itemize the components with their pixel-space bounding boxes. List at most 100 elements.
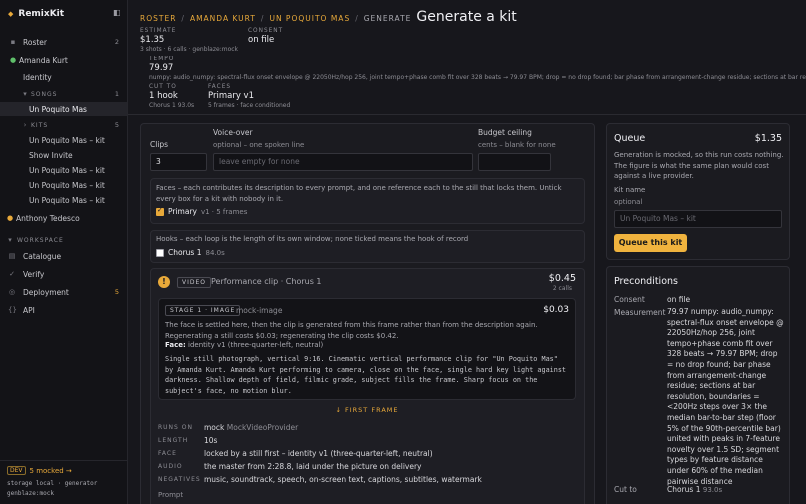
precondition-key: Consent — [614, 295, 645, 304]
sidebar-item-anthony-tedesco[interactable]: ● Anthony Tedesco — [0, 211, 127, 225]
check-icon: ✓ — [9, 270, 15, 278]
sidebar-item-kit[interactable]: Un Poquito Mas – kit — [0, 178, 127, 192]
clips-input[interactable]: 3 — [150, 153, 207, 171]
sidebar-collapse-icon[interactable]: ◧ — [113, 8, 123, 18]
sidebar-item-kit[interactable]: Un Poquito Mas – kit — [0, 163, 127, 177]
faces-description: Faces – each contributes its description… — [156, 184, 562, 203]
sidebar-item-amanda-kurt[interactable]: ● Amanda Kurt — [0, 53, 127, 67]
section-label: KITS — [31, 121, 49, 129]
voiceover-input[interactable]: leave empty for none — [213, 153, 473, 171]
sidebar-item-label: Anthony Tedesco — [16, 213, 80, 223]
chevron-down-icon: ▾ — [23, 90, 27, 98]
breadcrumb: ROSTER / AMANDA KURT / UN POQUITO MAS / … — [140, 9, 517, 25]
grid-icon: ▪ — [10, 38, 16, 46]
sidebar-item-show-invite[interactable]: Show Invite — [0, 148, 127, 162]
sidebar-item-deployment[interactable]: ◎ Deployment 5 — [0, 285, 127, 299]
sidebar-item-roster[interactable]: ▪ Roster 2 — [0, 35, 127, 49]
voiceover-hint: optional – one spoken line — [213, 141, 305, 149]
sidebar-item-label: Roster — [23, 37, 48, 47]
kits-count: 5 — [114, 121, 119, 129]
budget-input[interactable] — [478, 153, 551, 171]
sidebar-item-label: Deployment — [23, 287, 69, 297]
sidebar-item-label: Verify — [23, 269, 45, 279]
clip-calls: 2 calls — [552, 285, 572, 292]
header-divider — [128, 114, 806, 115]
detail-provider: MockVideoProvider — [226, 423, 299, 432]
detail-key: RUNS ON — [158, 424, 193, 431]
catalogue-icon: ▤ — [8, 252, 16, 260]
hook-checkbox[interactable] — [156, 248, 164, 257]
tempo-block: TEMPO 79.97 numpy: audio_numpy: spectral… — [149, 56, 806, 81]
sidebar-item-label: Catalogue — [23, 251, 62, 261]
detail-audio: the master from 2:28.8, laid under the p… — [204, 462, 422, 471]
preconditions-title: Preconditions — [614, 276, 678, 287]
first-frame-link[interactable]: ↓ FIRST FRAME — [158, 406, 576, 414]
queue-kit-button[interactable]: Queue this kit — [614, 234, 687, 252]
queue-note: Generation is mocked, so this run costs … — [614, 151, 784, 180]
sidebar-item-label: Show Invite — [29, 150, 73, 160]
sidebar-section-songs[interactable]: ▾ SONGS 1 — [0, 87, 127, 101]
dev-badge: DEV — [7, 466, 26, 475]
stage-price: $0.03 — [543, 305, 569, 315]
cut-hook-name: Chorus 1 — [667, 485, 701, 494]
precondition-key: Cut to — [614, 485, 637, 494]
detail-key: AUDIO — [158, 463, 183, 470]
faces-value: Primary v1 — [208, 91, 254, 101]
cut-hook-time: 93.0s — [702, 486, 723, 494]
clip-price: $0.45 — [548, 273, 576, 284]
stage-provider: mock-image — [236, 306, 283, 315]
sidebar-item-identity[interactable]: Identity — [0, 70, 127, 84]
crumb-artist[interactable]: AMANDA KURT — [190, 14, 256, 23]
dev-status[interactable]: DEV 5 mocked → — [7, 466, 72, 475]
sidebar-item-label: Un Poquito Mas – kit — [29, 135, 105, 145]
roster-count: 2 — [114, 38, 119, 46]
stage-face-line: Face: identity v1 (three-quarter-left, n… — [165, 341, 323, 349]
section-label: WORKSPACE — [17, 236, 64, 244]
clips-label: Clips — [150, 140, 169, 149]
estimate-block: ESTIMATE $1.35 3 shots · 6 calls · genbl… — [140, 28, 238, 53]
hook-name: Chorus 1 — [168, 248, 202, 257]
status-dot-icon: ● — [9, 56, 17, 64]
mocked-link[interactable]: 5 mocked → — [30, 467, 72, 475]
cut-label: CUT TO — [149, 84, 177, 90]
sidebar-item-kit[interactable]: Un Poquito Mas – kit — [0, 133, 127, 147]
face-name: Primary — [168, 207, 197, 216]
sidebar-item-label: Un Poquito Mas – kit — [29, 195, 105, 205]
crumb-roster[interactable]: ROSTER — [140, 14, 176, 23]
detail-key: LENGTH — [158, 437, 189, 444]
sidebar: ◆ RemixKit ◧ ▪ Roster 2 ● Amanda Kurt Id… — [0, 0, 128, 504]
crumb-song[interactable]: UN POQUITO MAS — [269, 14, 350, 23]
sidebar-item-song[interactable]: Un Poquito Mas — [0, 102, 127, 116]
brand[interactable]: ◆ RemixKit — [8, 9, 64, 19]
deployment-count: 5 — [114, 288, 119, 296]
faces-sub: 5 frames · face conditioned — [208, 102, 291, 109]
warning-icon: ! — [158, 276, 170, 288]
detail-key: FACE — [158, 450, 177, 457]
budget-hint: cents – blank for none — [478, 141, 556, 149]
face-checkbox[interactable] — [156, 206, 164, 216]
faces-label: FACES — [208, 84, 232, 90]
sidebar-item-api[interactable]: {} API — [0, 303, 127, 317]
sidebar-item-catalogue[interactable]: ▤ Catalogue — [0, 249, 127, 263]
braces-icon: {} — [8, 306, 17, 314]
chevron-down-icon: ▾ — [8, 236, 12, 244]
queue-total: $1.35 — [754, 133, 782, 144]
hooks-description: Hooks – each loop is the length of its o… — [156, 235, 469, 243]
faces-block: FACES Primary v1 5 frames · face conditi… — [208, 84, 290, 109]
crumb-separator: / — [181, 14, 185, 23]
cut-block: CUT TO 1 hook Chorus 1 93.0s — [149, 84, 194, 109]
detail-key: NEGATIVES — [158, 476, 201, 483]
sidebar-item-label: Un Poquito Mas – kit — [29, 165, 105, 175]
consent-label: CONSENT — [248, 28, 284, 34]
cut-value: 1 hook — [149, 91, 178, 101]
detail-negatives: music, soundtrack, speech, on-screen tex… — [204, 475, 482, 484]
face-option-primary[interactable]: Primary v1 · 5 frames — [156, 206, 247, 216]
consent-block: CONSENT on file — [248, 28, 283, 45]
kit-name-input[interactable]: Un Poquito Mas – kit — [614, 210, 782, 228]
sidebar-section-kits[interactable]: › KITS 5 — [0, 118, 127, 132]
brand-name: RemixKit — [18, 9, 65, 19]
sidebar-item-kit[interactable]: Un Poquito Mas – kit — [0, 193, 127, 207]
hook-option-chorus[interactable]: Chorus 1 84.0s — [156, 248, 225, 257]
sidebar-item-verify[interactable]: ✓ Verify — [0, 267, 127, 281]
deployment-icon: ◎ — [8, 288, 16, 296]
